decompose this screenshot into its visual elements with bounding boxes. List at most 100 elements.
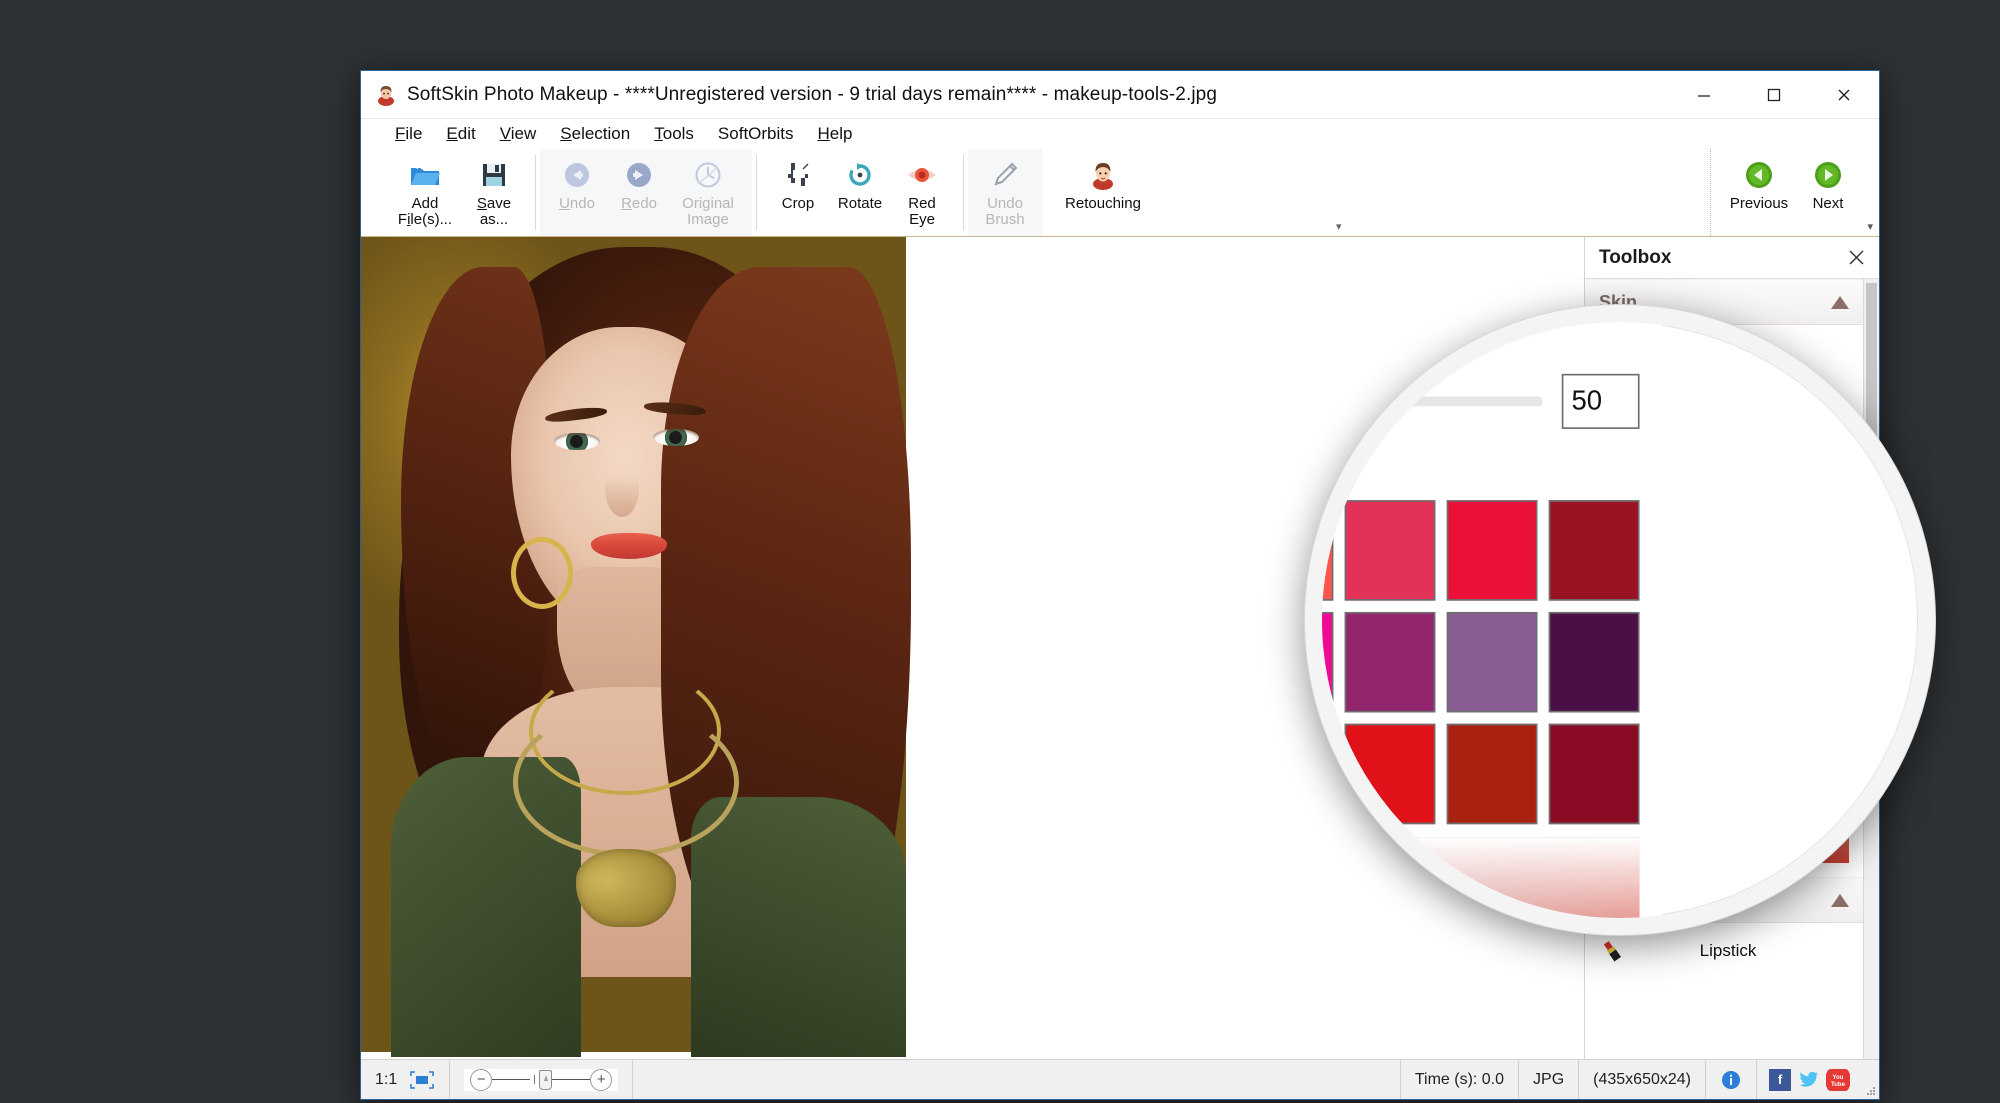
close-button[interactable] [1809, 71, 1879, 118]
toolbar-group-edit: Crop Rotate Red Eye [761, 149, 959, 236]
zoom-slider-thumb[interactable] [539, 1069, 553, 1090]
crop-label: Crop [781, 195, 815, 212]
lipstick-icon [1599, 938, 1633, 964]
fit-to-window-icon[interactable] [409, 1070, 435, 1090]
mag-color-intensity-slider-track [1322, 396, 1543, 407]
toolbox-close-icon[interactable] [1843, 245, 1869, 271]
menu-help[interactable]: Help [806, 122, 865, 146]
original-image-label-1: Original [682, 195, 734, 212]
mag-color-label: Color [1322, 452, 1640, 484]
rotate-button[interactable]: Rotate [829, 153, 891, 231]
time-cell: Time (s): 0.0 [1401, 1060, 1520, 1099]
color-swatch-2-5[interactable] [1548, 723, 1640, 825]
crop-button[interactable]: Crop [767, 153, 829, 231]
toolbar-group-file: Add File(s)... Save as... [381, 149, 531, 236]
mag-color-intensity-value-input[interactable]: 50 [1561, 373, 1640, 429]
save-as-button[interactable]: Save as... [463, 153, 525, 231]
toolbar-overflow-icon[interactable]: ▾ [1867, 220, 1873, 233]
undo-brush-button[interactable]: Undo Brush [974, 153, 1036, 231]
clock-history-icon [693, 157, 723, 193]
resize-grip[interactable] [1861, 1060, 1879, 1099]
title-bar: SoftSkin Photo Makeup - ****Unregistered… [361, 71, 1879, 119]
mag-color-intensity-slider[interactable] [1322, 384, 1543, 420]
previous-button[interactable]: Previous [1721, 153, 1797, 231]
previous-label: Previous [1729, 195, 1789, 212]
minimize-button[interactable] [1669, 71, 1739, 118]
redo-arrow-icon [624, 157, 654, 193]
retouching-button[interactable]: Retouching [1048, 153, 1158, 231]
color-swatch-2-3[interactable] [1343, 723, 1435, 825]
rotate-label: Rotate [837, 195, 883, 212]
color-swatch-1-4[interactable] [1446, 611, 1538, 713]
next-button[interactable]: Next [1797, 153, 1859, 231]
add-files-button[interactable]: Add File(s)... [387, 153, 463, 231]
zoom-tick [534, 1075, 536, 1084]
triangle-up-icon[interactable] [1831, 893, 1849, 907]
social-links: f You Tube [1757, 1060, 1861, 1099]
zoom-track-left [492, 1079, 531, 1080]
undo-brush-label-2: Brush [985, 210, 1025, 228]
original-image-button[interactable]: Original Image [670, 153, 746, 231]
menu-file[interactable]: File [383, 122, 434, 146]
info-icon[interactable] [1720, 1069, 1742, 1091]
maximize-button[interactable] [1739, 71, 1809, 118]
toolbar-group-navigation: Previous Next [1710, 149, 1879, 236]
window-controls [1669, 71, 1879, 118]
toolbar-group-brush: Undo Brush [968, 149, 1042, 236]
red-eye-button[interactable]: Red Eye [891, 153, 953, 231]
open-folder-icon [409, 157, 441, 193]
color-swatch-0-3[interactable] [1343, 500, 1435, 601]
next-label: Next [1812, 195, 1844, 212]
main-toolbar: Add File(s)... Save as... Undo Redo Orig… [361, 149, 1879, 237]
twitter-icon[interactable] [1798, 1069, 1820, 1091]
app-icon [375, 84, 397, 106]
menu-edit[interactable]: Edit [434, 122, 487, 146]
color-swatch-1-5[interactable] [1548, 611, 1640, 713]
menu-selection[interactable]: Selection [548, 122, 642, 146]
zoom-out-button[interactable]: − [470, 1068, 493, 1091]
zoom-ratio-cell[interactable]: 1:1 [361, 1060, 451, 1099]
color-swatch-2-4[interactable] [1446, 723, 1538, 825]
save-as-label-2: as... [479, 210, 509, 228]
undo-label: Undo [559, 195, 595, 212]
menu-view[interactable]: View [488, 122, 549, 146]
magnifier-content: Radius Color intensity 50 Color Pencil [1322, 322, 1663, 918]
retouching-label: Retouching [1065, 195, 1141, 212]
magnifier-loupe: Radius Color intensity 50 Color Pencil [1305, 305, 1935, 935]
toolbox-header: Toolbox [1585, 237, 1879, 279]
green-right-arrow-icon [1813, 157, 1843, 193]
crop-icon [783, 157, 813, 193]
color-swatch-1-3[interactable] [1343, 611, 1435, 713]
facebook-icon[interactable]: f [1769, 1068, 1791, 1091]
zoom-slider[interactable]: − + [464, 1068, 619, 1091]
toolbar-group-history: Undo Redo Original Image [540, 149, 752, 236]
info-cell[interactable] [1706, 1060, 1757, 1099]
svg-text:You: You [1833, 1075, 1844, 1081]
youtube-icon[interactable]: You Tube [1826, 1068, 1850, 1091]
svg-text:Tube: Tube [1831, 1082, 1846, 1088]
photo-preview [361, 237, 911, 1057]
rotate-cw-icon [845, 157, 875, 193]
menu-tools[interactable]: Tools [642, 122, 706, 146]
red-eye-label-2: Eye [909, 210, 935, 228]
brush-icon [990, 157, 1020, 193]
color-swatch-0-5[interactable] [1548, 500, 1640, 601]
zoom-in-button[interactable]: + [590, 1068, 613, 1091]
format-cell: JPG [1519, 1060, 1580, 1099]
zoom-ratio-label: 1:1 [375, 1070, 398, 1088]
zoom-track-right [552, 1079, 591, 1080]
triangle-up-icon[interactable] [1831, 295, 1849, 309]
undo-button[interactable]: Undo [546, 153, 608, 231]
menu-softorbits[interactable]: SoftOrbits [706, 122, 806, 146]
mag-color-intensity-slider-row: 50 [1322, 373, 1640, 429]
original-image-label-2: Image [687, 210, 729, 228]
color-swatch-0-4[interactable] [1446, 500, 1538, 601]
undo-arrow-icon [562, 157, 592, 193]
undo-brush-label-1: Undo [987, 195, 1023, 212]
dimensions-cell: (435x650x24) [1579, 1060, 1706, 1099]
redo-button[interactable]: Redo [608, 153, 670, 231]
toolbar-group-overflow-icon[interactable]: ▾ [1336, 220, 1342, 233]
mag-color-swatch-grid [1322, 500, 1640, 825]
menu-bar: File Edit View Selection Tools SoftOrbit… [361, 119, 1879, 149]
mag-color-intensity-label: Color intensity [1322, 325, 1640, 357]
